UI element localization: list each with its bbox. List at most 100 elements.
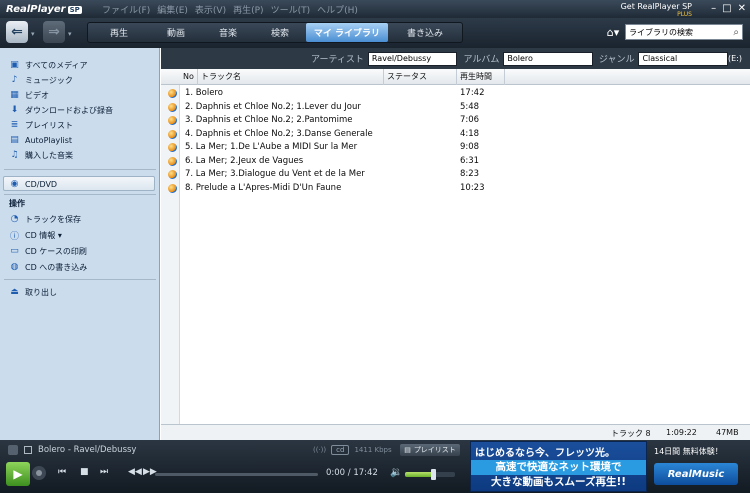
- ad-line-3: 大きな動画もスムーズ再生!!: [490, 476, 627, 488]
- stop-button[interactable]: ■: [80, 467, 89, 477]
- cd-info-button[interactable]: ⓘ CD 情報 ▾: [9, 228, 62, 242]
- sidebar-item-playlists[interactable]: ≣ プレイリスト: [9, 118, 73, 132]
- sidebar-item-cd-dvd[interactable]: ◉ CD/DVD: [9, 177, 58, 191]
- library-view: ▣ すべてのメディア ♪ ミュージック ▦ ビデオ ⬇ ダウンロードおよび録音 …: [0, 48, 750, 440]
- table-row[interactable]: 8. Prelude a L'Apres-Midi D'Un Faune 10:…: [161, 182, 750, 196]
- print-cd-case-button[interactable]: ▭ CD ケースの印刷: [9, 244, 87, 258]
- sidebar: ▣ すべてのメディア ♪ ミュージック ▦ ビデオ ⬇ ダウンロードおよび録音 …: [0, 48, 160, 440]
- table-row[interactable]: 5. La Mer; 1.De L'Aube a MIDI Sur la Mer…: [161, 141, 750, 155]
- menu-edit[interactable]: 編集(E): [157, 3, 188, 16]
- menu-tools[interactable]: ツール(T): [271, 3, 311, 16]
- edit-icon[interactable]: [8, 445, 18, 455]
- burn-cd-icon: ◍: [10, 262, 19, 272]
- stream-info: ((·)) cd 1411 Kbps: [313, 445, 392, 455]
- volume-fill: [405, 472, 433, 477]
- eject-button[interactable]: ⏏ 取り出し: [9, 285, 57, 299]
- total-duration: 1:09:22: [666, 428, 697, 437]
- search-input[interactable]: ライブラリの検索 ⌕: [625, 24, 743, 40]
- download-icon: ⬇: [10, 105, 19, 115]
- tab-music[interactable]: 音楽: [202, 23, 254, 42]
- cd-track-icon: [168, 129, 177, 139]
- media-icon: ▣: [10, 60, 19, 70]
- table-row[interactable]: 7. La Mer; 3.Dialogue du Vent et de la M…: [161, 168, 750, 182]
- forward-button[interactable]: ⇒: [43, 21, 65, 43]
- cd-icon: ◉: [10, 179, 19, 189]
- sidebar-item-downloads[interactable]: ⬇ ダウンロードおよび録音: [9, 103, 113, 117]
- cd-track-icon: [168, 170, 177, 179]
- home-icon[interactable]: ⌂▾: [604, 24, 622, 40]
- burn-cd-button[interactable]: ◍ CD への書き込み: [9, 260, 88, 274]
- volume-icon[interactable]: 🔉: [390, 467, 402, 478]
- close-button[interactable]: ✕: [738, 3, 746, 14]
- sidebar-divider: [4, 279, 156, 280]
- previous-track-button[interactable]: ⏮: [58, 467, 66, 477]
- column-header-duration[interactable]: 再生時間: [457, 69, 505, 85]
- sidebar-item-music[interactable]: ♪ ミュージック: [9, 73, 73, 87]
- play-icon: ▶: [13, 467, 23, 481]
- table-row[interactable]: 2. Daphnis et Chloe No.2; 1.Lever du Jou…: [161, 101, 750, 115]
- cd-track-icon: [168, 102, 177, 112]
- tab-play[interactable]: 再生: [88, 23, 150, 42]
- artist-field[interactable]: Ravel/Debussy: [367, 51, 458, 66]
- forward-arrow-icon: ⇒: [48, 24, 60, 40]
- menu-bar: ファイル(F) 編集(E) 表示(V) 再生(P) ツール(T) ヘルプ(H): [102, 3, 358, 16]
- play-button[interactable]: ▶: [6, 462, 30, 486]
- now-playing: Bolero - Ravel/Debussy: [8, 445, 136, 455]
- tab-my-library[interactable]: マイ ライブラリ: [306, 23, 388, 42]
- nav-bar: ⇐ ▾ ⇒ ▾ 再生 動画 音楽 検索 マイ ライブラリ 書き込み ⌂▾ ライブ…: [0, 18, 750, 48]
- autoplaylist-icon: ▤: [10, 135, 19, 145]
- back-button[interactable]: ⇐: [6, 21, 28, 43]
- info-icon: ⓘ: [9, 231, 19, 242]
- tab-burn[interactable]: 書き込み: [388, 23, 462, 42]
- save-track-button[interactable]: ◔ トラックを保存: [9, 212, 81, 226]
- minimize-button[interactable]: –: [711, 3, 716, 14]
- back-history-dropdown-icon[interactable]: ▾: [31, 30, 35, 38]
- get-realplayer-sp-link[interactable]: Get RealPlayer SP PLUS: [621, 3, 692, 19]
- realplayer-logo: RealPlayer SP: [6, 3, 82, 15]
- table-row[interactable]: 1. Bolero 17:42: [161, 87, 750, 101]
- volume-knob[interactable]: [430, 469, 436, 480]
- table-row[interactable]: 4. Daphnis et Chloe No.2; 3.Danse Genera…: [161, 128, 750, 142]
- tab-search[interactable]: 検索: [254, 23, 306, 42]
- album-field[interactable]: Bolero: [503, 51, 593, 66]
- time-display: 0:00 / 17:42: [326, 468, 378, 478]
- maximize-button[interactable]: □: [722, 3, 731, 14]
- video-icon: ▦: [10, 90, 19, 100]
- sidebar-divider: [4, 169, 156, 170]
- rewind-button[interactable]: ◀◀: [128, 467, 142, 477]
- search-icon[interactable]: ⌕: [733, 27, 739, 38]
- forward-history-dropdown-icon[interactable]: ▾: [68, 30, 72, 38]
- next-track-button[interactable]: ⏭: [100, 467, 108, 477]
- source-badge: cd: [331, 445, 350, 455]
- seek-bar[interactable]: [155, 473, 318, 476]
- menu-play[interactable]: 再生(P): [233, 3, 263, 16]
- column-header-track-name[interactable]: トラック名: [198, 69, 384, 85]
- sidebar-item-video[interactable]: ▦ ビデオ: [9, 88, 49, 102]
- tab-video[interactable]: 動画: [150, 23, 202, 42]
- menu-file[interactable]: ファイル(F): [102, 3, 150, 16]
- cd-track-icon: [168, 143, 177, 152]
- now-playing-checkbox[interactable]: [24, 446, 32, 454]
- ad-headline: はじめるなら今、フレッツ光。: [475, 448, 615, 459]
- track-count: トラック 8: [611, 429, 651, 438]
- menu-help[interactable]: ヘルプ(H): [317, 3, 358, 16]
- column-header-no[interactable]: No: [180, 69, 198, 85]
- library-search: ⌂▾ ライブラリの検索 ⌕: [604, 24, 743, 40]
- menu-view[interactable]: 表示(V): [195, 3, 226, 16]
- sidebar-item-all-media[interactable]: ▣ すべてのメディア: [9, 58, 87, 72]
- free-trial-text[interactable]: 14日間 無料体験！: [654, 446, 723, 457]
- playlist-button[interactable]: ▤ プレイリスト: [400, 444, 460, 456]
- table-row[interactable]: 6. La Mer; 2.Jeux de Vagues 6:31: [161, 155, 750, 169]
- table-row[interactable]: 3. Daphnis et Chloe No.2; 2.Pantomime 7:…: [161, 114, 750, 128]
- advertisement-banner[interactable]: はじめるなら今、フレッツ光。 高速で快適なネット環境で 大きな動画もスムーズ再生…: [470, 441, 647, 492]
- genre-field[interactable]: Classical: [638, 51, 728, 66]
- column-header-status[interactable]: ステータス: [384, 69, 457, 85]
- album-label: アルバム: [463, 55, 500, 65]
- cd-track-icon: [168, 183, 177, 193]
- record-button[interactable]: [32, 466, 46, 480]
- ad-line-2: 高速で快適なネット環境で: [471, 460, 646, 475]
- sidebar-item-purchased[interactable]: ♫ 購入した音楽: [9, 148, 73, 162]
- realmusic-logo[interactable]: RealMusic: [654, 463, 738, 485]
- sidebar-item-autoplaylist[interactable]: ▤ AutoPlaylist: [9, 133, 72, 147]
- volume-slider[interactable]: [405, 469, 455, 480]
